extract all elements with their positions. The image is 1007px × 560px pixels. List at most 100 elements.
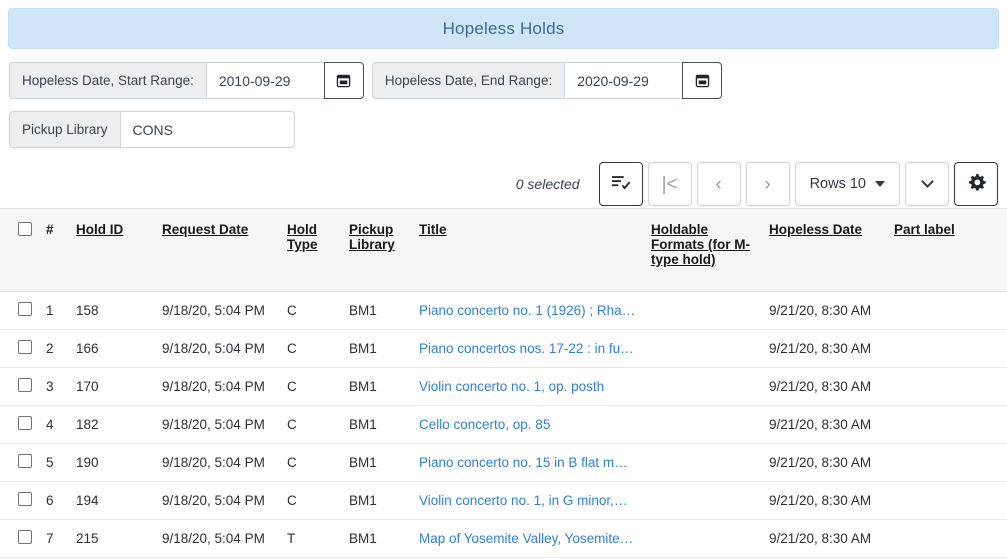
table-row[interactable]: 7 215 9/18/20, 5:04 PMT BM1 Map of Yosemite … <box>0 520 1007 558</box>
select-all-checkbox[interactable] <box>18 222 32 236</box>
cell-title-text[interactable]: Violin concerto no. 1, op. posth <box>419 379 604 394</box>
header-title[interactable]: Title <box>415 209 647 292</box>
cell-index-text: 5 <box>46 455 54 470</box>
gear-icon <box>967 173 986 196</box>
cell-hopeless-date: 9/21/20, 8:30 AM <box>765 520 890 558</box>
header-hold-type[interactable]: Hold Type <box>283 209 345 292</box>
cell-hold-type-text: C <box>287 455 297 470</box>
calendar-icon[interactable] <box>324 62 364 99</box>
end-range-input[interactable]: 2020-09-29 <box>564 62 682 99</box>
header-pickup-library[interactable]: Pickup Library <box>345 209 415 292</box>
table-row[interactable]: 21669/18/20, 5:04 PMCBM1Piano concertos … <box>0 330 1007 368</box>
cell-request-date: 9/18/20, 5:04 PM <box>158 520 283 558</box>
cell-hold-id: 194 <box>72 482 158 520</box>
cell-title[interactable]: Piano concertos nos. 17-22 : in fu… <box>415 330 647 368</box>
header-hold-id[interactable]: Hold ID <box>72 209 158 292</box>
row-checkbox[interactable] <box>18 378 32 392</box>
header-hopeless-date[interactable]: Hopeless Date <box>765 209 890 292</box>
rows-per-page-label: Rows 10 <box>810 176 866 192</box>
cell-hold-type-text: C <box>287 341 297 356</box>
expand-options-button[interactable] <box>905 162 949 206</box>
row-checkbox[interactable] <box>18 454 32 468</box>
next-page-button[interactable]: › <box>746 162 790 206</box>
row-actions-button[interactable] <box>599 162 643 206</box>
cell-title-text[interactable]: Piano concerto no. 15 in B flat m… <box>419 455 628 470</box>
row-checkbox[interactable] <box>18 416 32 430</box>
end-range-label: Hopeless Date, End Range: <box>372 62 564 99</box>
row-checkbox-cell <box>0 292 42 330</box>
cell-hold-id-text: 215 <box>76 531 99 546</box>
cell-pickup-library: BM1 <box>345 368 415 406</box>
cell-title[interactable]: Cello concerto, op. 85 <box>415 406 647 444</box>
cell-index: 5 <box>42 444 72 482</box>
cell-hold-type-text: C <box>287 303 297 318</box>
cell-part-label <box>890 330 1007 368</box>
cell-hold-type: T <box>283 520 345 558</box>
table-row[interactable]: 11589/18/20, 5:04 PMCBM1Piano concerto n… <box>0 292 1007 330</box>
start-range-label: Hopeless Date, Start Range: <box>9 62 206 99</box>
hopeless-holds-page: Hopeless Holds Hopeless Date, Start Rang… <box>0 8 1007 560</box>
cell-hold-id-text: 166 <box>76 341 99 356</box>
table-row[interactable]: 31709/18/20, 5:04 PMCBM1Violin concerto … <box>0 368 1007 406</box>
cell-title[interactable]: Map of Yosemite Valley, Yosemite… <box>415 520 647 558</box>
cell-hold-id-text: 158 <box>76 303 99 318</box>
cell-hopeless-date: 9/21/20, 8:30 AM <box>765 482 890 520</box>
table-row[interactable]: 51909/18/20, 5:04 PMCBM1Piano concerto n… <box>0 444 1007 482</box>
cell-request-date: 9/18/20, 5:04 PM <box>158 482 283 520</box>
cell-part-label <box>890 292 1007 330</box>
cell-hold-id-text: 182 <box>76 417 99 432</box>
cell-holdable-formats <box>647 406 765 444</box>
selected-count: 0 selected <box>516 176 580 192</box>
cell-index: 1 <box>42 292 72 330</box>
table-row[interactable]: 61949/18/20, 5:04 PMCBM1Violin concerto … <box>0 482 1007 520</box>
pickup-library-filter-row: Pickup Library CONS <box>9 111 998 148</box>
cell-title[interactable]: Violin concerto no. 1, op. posth <box>415 368 647 406</box>
caret-down-icon <box>875 181 885 187</box>
holds-table: # Hold ID Request Date Hold Type Pickup … <box>0 208 1007 560</box>
row-checkbox[interactable] <box>18 340 32 354</box>
header-request-date[interactable]: Request Date <box>158 209 283 292</box>
cell-request-date: 9/18/20, 5:04 PM <box>158 444 283 482</box>
cell-index-text: 4 <box>46 417 54 432</box>
previous-page-button[interactable]: ‹ <box>697 162 741 206</box>
grid-settings-button[interactable] <box>954 162 998 206</box>
cell-request-date: 9/18/20, 5:04 PM <box>158 368 283 406</box>
calendar-icon[interactable] <box>682 62 722 99</box>
first-page-icon: |< <box>662 175 678 194</box>
cell-hopeless-date-text: 9/21/20, 8:30 AM <box>769 379 871 394</box>
first-page-button[interactable]: |< <box>648 162 692 206</box>
date-range-filter-row: Hopeless Date, Start Range: 2010-09-29 H… <box>9 62 998 99</box>
cell-pickup-library-text: BM1 <box>349 379 377 394</box>
pickup-library-input[interactable]: CONS <box>120 111 295 148</box>
cell-index-text: 7 <box>46 531 54 546</box>
cell-request-date-text: 9/18/20, 5:04 PM <box>162 493 265 508</box>
cell-index: 4 <box>42 406 72 444</box>
header-part-label[interactable]: Part label <box>890 209 1007 292</box>
cell-part-label <box>890 368 1007 406</box>
header-holdable-formats[interactable]: Holdable Formats (for M-type hold) <box>647 209 765 292</box>
rows-per-page-button[interactable]: Rows 10 <box>795 162 900 206</box>
row-checkbox[interactable] <box>18 492 32 506</box>
cell-title[interactable]: Piano concerto no. 1 (1926) ; Rha… <box>415 292 647 330</box>
start-range-input[interactable]: 2010-09-29 <box>206 62 324 99</box>
table-row[interactable]: 41829/18/20, 5:04 PMCBM1Cello concerto, … <box>0 406 1007 444</box>
cell-title-text[interactable]: Piano concerto no. 1 (1926) ; Rha… <box>419 303 635 318</box>
header-index: # <box>42 209 72 292</box>
cell-title[interactable]: Violin concerto no. 1, in G minor,… <box>415 482 647 520</box>
cell-index: 3 <box>42 368 72 406</box>
cell-hopeless-date: 9/21/20, 8:30 AM <box>765 444 890 482</box>
cell-pickup-library-text: BM1 <box>349 455 377 470</box>
pickup-library-label: Pickup Library <box>9 111 120 148</box>
cell-title-text[interactable]: Violin concerto no. 1, in G minor,… <box>419 493 627 508</box>
row-checkbox[interactable] <box>18 530 32 544</box>
cell-holdable-formats <box>647 292 765 330</box>
row-checkbox[interactable] <box>18 302 32 316</box>
cell-title-text[interactable]: Piano concertos nos. 17-22 : in fu… <box>419 341 634 356</box>
header-row: # Hold ID Request Date Hold Type Pickup … <box>0 209 1007 292</box>
table-body: 1 158 9/18/20, 5:04 PM C BM1 Piano concerto n… <box>0 292 1007 560</box>
cell-hopeless-date-text: 9/21/20, 8:30 AM <box>769 341 871 356</box>
cell-title-text[interactable]: Map of Yosemite Valley, Yosemite… <box>419 531 633 546</box>
cell-pickup-library-text: BM1 <box>349 531 377 546</box>
cell-title[interactable]: Piano concerto no. 15 in B flat m… <box>415 444 647 482</box>
cell-title-text[interactable]: Cello concerto, op. 85 <box>419 417 550 432</box>
